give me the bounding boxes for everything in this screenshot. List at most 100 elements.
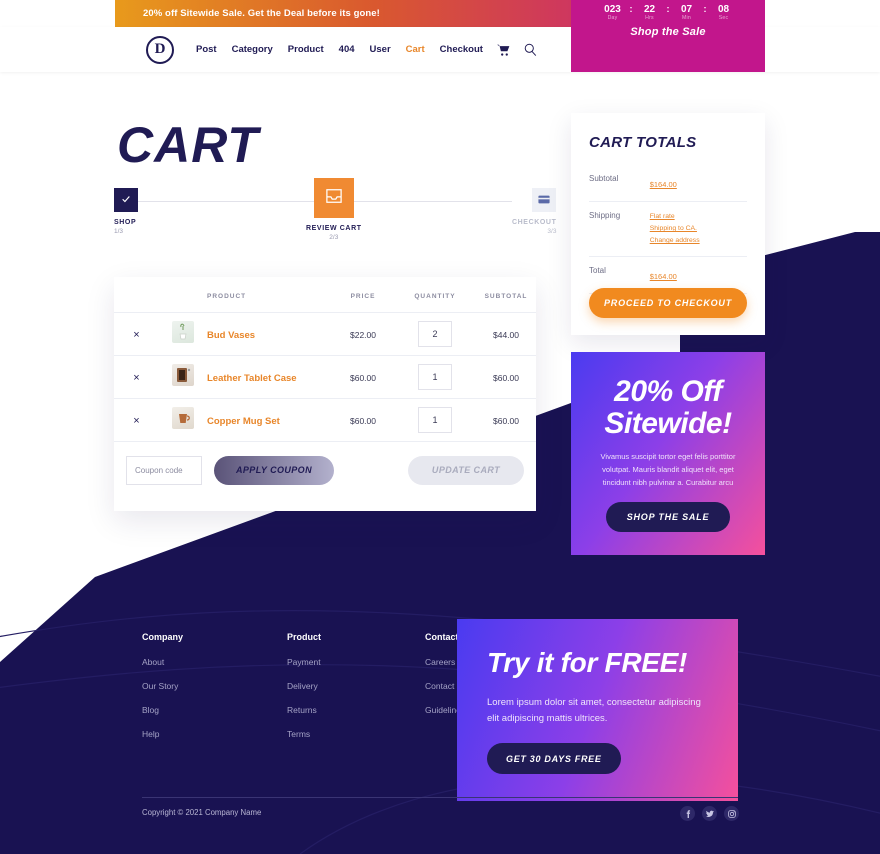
shopping-cart-icon[interactable] xyxy=(496,44,510,56)
cart-table-body: × Bud Vases $22.00 $44.00 × xyxy=(114,312,536,442)
step-shop-label: SHOP xyxy=(114,219,137,226)
product-name-link[interactable]: Copper Mug Set xyxy=(207,416,280,427)
nav-link-category[interactable]: Category xyxy=(232,44,273,55)
countdown-hrs-value: 22 xyxy=(643,4,656,15)
footer-link-about[interactable]: About xyxy=(142,657,183,667)
footer-link-our-story[interactable]: Our Story xyxy=(142,681,183,691)
nav-link-product[interactable]: Product xyxy=(288,44,324,55)
cart-totals-title: CART TOTALS xyxy=(589,134,697,151)
site-logo[interactable]: D xyxy=(146,35,174,64)
nav-link-404[interactable]: 404 xyxy=(339,44,355,55)
coupon-row: APPLY COUPON UPDATE CART xyxy=(114,442,536,498)
step-review-cart-box xyxy=(313,178,354,218)
product-name-link[interactable]: Bud Vases xyxy=(207,330,255,341)
footer-heading-company: Company xyxy=(142,632,184,642)
cart-totals-card: CART TOTALS Subtotal $164.00 Shipping Fl… xyxy=(571,113,765,335)
countdown-min-label: Min xyxy=(682,15,691,21)
get-30-days-free-button[interactable]: GET 30 DAYS FREE xyxy=(487,743,621,774)
table-row: × Bud Vases $22.00 $44.00 xyxy=(114,312,536,356)
step-checkout[interactable]: CHECKOUT 3/3 xyxy=(512,188,557,235)
footer-link-terms[interactable]: Terms xyxy=(287,729,321,739)
header-price: PRICE xyxy=(332,277,394,313)
nav-links: Post Category Product 404 User Cart Chec… xyxy=(196,44,483,55)
nav-link-cart[interactable]: Cart xyxy=(406,44,425,55)
footer-link-returns[interactable]: Returns xyxy=(287,705,321,715)
nav-link-checkout[interactable]: Checkout xyxy=(440,44,483,55)
coupon-code-input[interactable] xyxy=(126,455,202,485)
promo-banner-text: 20% off Sitewide Sale. Get the Deal befo… xyxy=(143,8,380,19)
proceed-to-checkout-button[interactable]: PROCEED TO CHECKOUT xyxy=(589,288,747,318)
step-shop[interactable]: SHOP 1/3 xyxy=(114,188,138,235)
totals-row-subtotal: Subtotal $164.00 xyxy=(589,165,747,202)
product-subtotal: $60.00 xyxy=(493,416,519,426)
countdown-min-value: 07 xyxy=(680,4,693,15)
footer-link-payment[interactable]: Payment xyxy=(287,657,321,667)
facebook-icon[interactable] xyxy=(680,806,695,821)
nav-icons xyxy=(496,43,537,56)
shop-the-sale-link[interactable]: Shop the Sale xyxy=(630,26,705,38)
countdown-unit-hrs: 22 Hrs xyxy=(635,4,665,22)
credit-card-icon xyxy=(538,191,551,209)
try-for-free-card: Try it for FREE! Lorem ipsum dolor sit a… xyxy=(457,619,738,801)
footer-link-help[interactable]: Help xyxy=(142,729,183,739)
footer-divider xyxy=(142,797,738,798)
promo-body-text: Vivamus suscipit tortor eget felis portt… xyxy=(600,452,736,487)
remove-item-icon[interactable]: × xyxy=(133,372,139,384)
product-price: $60.00 xyxy=(350,416,376,426)
product-subtotal: $60.00 xyxy=(493,373,519,383)
cart-items-card: PRODUCT PRICE QUANTITY SUBTOTAL × Bud Va… xyxy=(114,277,536,511)
inbox-icon xyxy=(325,188,343,209)
countdown-unit-day: 023 Day xyxy=(598,4,628,22)
change-address-link[interactable]: Change address xyxy=(650,235,747,247)
shipping-destination-link[interactable]: Shipping to CA. xyxy=(650,223,747,235)
nav-link-user[interactable]: User xyxy=(370,44,391,55)
product-price: $60.00 xyxy=(350,373,376,383)
page-title: CART xyxy=(117,117,259,173)
header-subtotal: SUBTOTAL xyxy=(476,277,536,313)
countdown-timer: 023 Day : 22 Hrs : 07 Min : 08 Sec Shop … xyxy=(571,0,765,47)
footer-column-product: Product Payment Delivery Returns Terms xyxy=(287,632,321,753)
check-icon xyxy=(121,191,131,209)
instagram-icon[interactable] xyxy=(724,806,739,821)
footer-column-company: Company About Our Story Blog Help xyxy=(142,632,183,753)
promo-heading-line2: Sitewide! xyxy=(604,407,732,440)
countdown-separator: : xyxy=(666,4,670,14)
footer-link-delivery[interactable]: Delivery xyxy=(287,681,321,691)
search-icon[interactable] xyxy=(524,43,537,56)
countdown-unit-min: 07 Min xyxy=(672,4,702,22)
quantity-stepper[interactable] xyxy=(418,364,452,390)
countdown-separator: : xyxy=(703,4,707,14)
countdown-day-value: 023 xyxy=(604,4,621,15)
shipping-label: Shipping xyxy=(589,201,650,257)
quantity-stepper[interactable] xyxy=(418,321,452,347)
apply-coupon-button[interactable]: APPLY COUPON xyxy=(214,455,334,485)
product-subtotal: $44.00 xyxy=(493,330,519,340)
social-links xyxy=(680,806,739,821)
copyright-text: Copyright © 2021 Company Name xyxy=(142,808,262,817)
subtotal-label: Subtotal xyxy=(589,165,650,202)
step-review-cart[interactable]: REVIEW CART 2/3 xyxy=(306,178,362,241)
nav-link-post[interactable]: Post xyxy=(196,44,217,55)
step-review-cart-label: REVIEW CART xyxy=(306,225,362,232)
step-shop-box xyxy=(114,188,138,212)
bud-vases-thumb xyxy=(172,320,194,343)
header-product: PRODUCT xyxy=(207,277,332,313)
countdown-units: 023 Day : 22 Hrs : 07 Min : 08 Sec xyxy=(598,4,739,22)
checkout-steps: SHOP 1/3 REVIEW CART 2/3 CHECKOUT 3/3 xyxy=(114,178,557,248)
twitter-icon[interactable] xyxy=(702,806,717,821)
step-shop-sub: 1/3 xyxy=(114,228,124,235)
countdown-sec-label: Sec xyxy=(718,15,729,21)
update-cart-button[interactable]: UPDATE CART xyxy=(407,455,524,485)
shipping-method-link[interactable]: Flat rate xyxy=(650,211,747,223)
cart-totals-table: Subtotal $164.00 Shipping Flat rate Ship… xyxy=(589,165,747,294)
header-quantity: QUANTITY xyxy=(394,277,476,313)
shop-the-sale-button[interactable]: SHOP THE SALE xyxy=(605,502,731,532)
header-thumb xyxy=(159,277,207,313)
remove-item-icon[interactable]: × xyxy=(133,329,139,341)
quantity-stepper[interactable] xyxy=(418,407,452,433)
product-name-link[interactable]: Leather Tablet Case xyxy=(207,373,297,384)
step-checkout-label: CHECKOUT xyxy=(512,219,557,226)
countdown-unit-sec: 08 Sec xyxy=(709,4,739,22)
footer-link-blog[interactable]: Blog xyxy=(142,705,183,715)
remove-item-icon[interactable]: × xyxy=(133,415,139,427)
